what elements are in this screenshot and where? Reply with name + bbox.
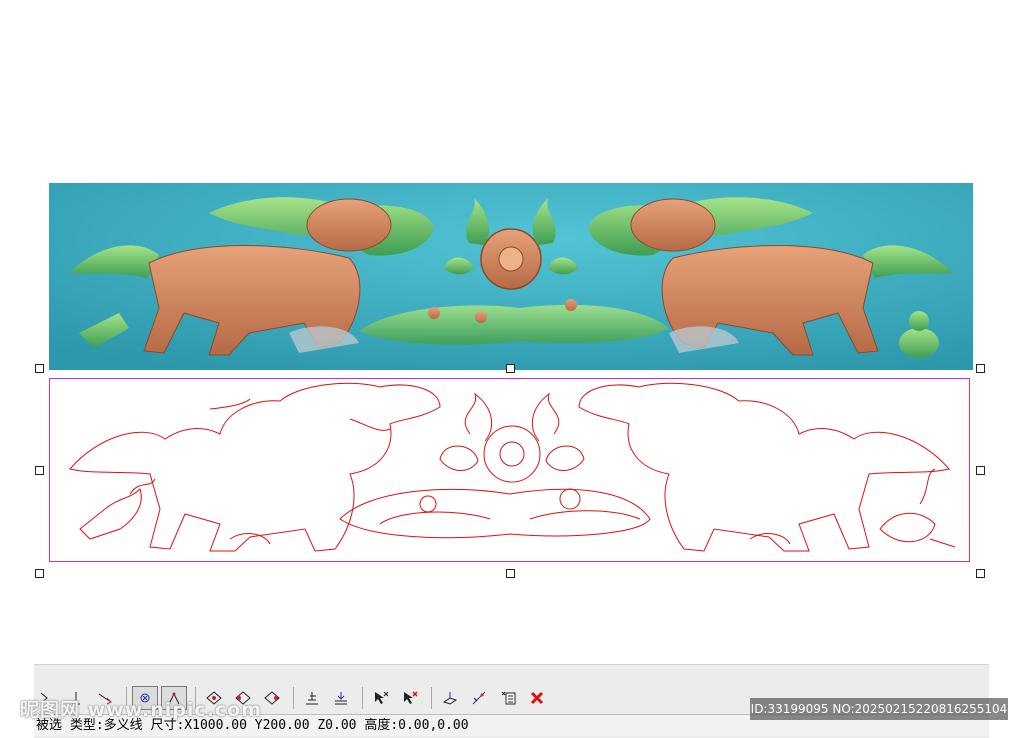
selection-handle-top-left[interactable] bbox=[35, 364, 44, 373]
tool-mirror-button[interactable] bbox=[466, 686, 492, 710]
vector-outline bbox=[69, 382, 956, 552]
selection-handle-bottom-center[interactable] bbox=[506, 569, 515, 578]
toolbar-separator bbox=[293, 687, 294, 709]
tool-node-diamond-3-button[interactable] bbox=[259, 686, 285, 710]
tool-list-button[interactable] bbox=[495, 686, 521, 710]
tool-select-x-red-button[interactable] bbox=[397, 686, 423, 710]
tool-delete-button[interactable] bbox=[524, 686, 550, 710]
toolbar-separator bbox=[362, 687, 363, 709]
tool-transform-button[interactable] bbox=[437, 686, 463, 710]
tool-align-button[interactable] bbox=[299, 686, 325, 710]
tool-align-icon bbox=[306, 692, 318, 705]
tool-select-x-icon bbox=[375, 691, 389, 704]
watermark-right: ID:33199095 NO:20250215220816255104 bbox=[750, 698, 1008, 720]
tool-transform-icon bbox=[442, 692, 458, 705]
vector-outline-selection[interactable] bbox=[49, 378, 970, 562]
selection-handle-bottom-right[interactable] bbox=[976, 569, 985, 578]
toolbar-separator bbox=[431, 687, 432, 709]
watermark-left: 昵图网 www.nipic.com bbox=[20, 699, 263, 721]
relief-preview bbox=[49, 183, 973, 370]
tool-align-down-button[interactable] bbox=[328, 686, 354, 710]
tool-select-x-button[interactable] bbox=[368, 686, 394, 710]
selection-handle-top-right[interactable] bbox=[976, 364, 985, 373]
drawing-canvas[interactable] bbox=[0, 0, 1024, 660]
tool-align-down-icon bbox=[335, 692, 347, 705]
selection-handle-top-center[interactable] bbox=[506, 364, 515, 373]
tool-delete-icon bbox=[530, 691, 544, 705]
selection-handle-middle-right[interactable] bbox=[976, 466, 985, 475]
tool-node-diamond-3-icon bbox=[264, 691, 280, 705]
tool-mirror-icon bbox=[472, 691, 486, 705]
tool-list-icon bbox=[501, 691, 516, 705]
tool-select-x-red-icon bbox=[404, 691, 418, 704]
selection-handle-bottom-left[interactable] bbox=[35, 569, 44, 578]
selection-handle-middle-left[interactable] bbox=[35, 466, 44, 475]
